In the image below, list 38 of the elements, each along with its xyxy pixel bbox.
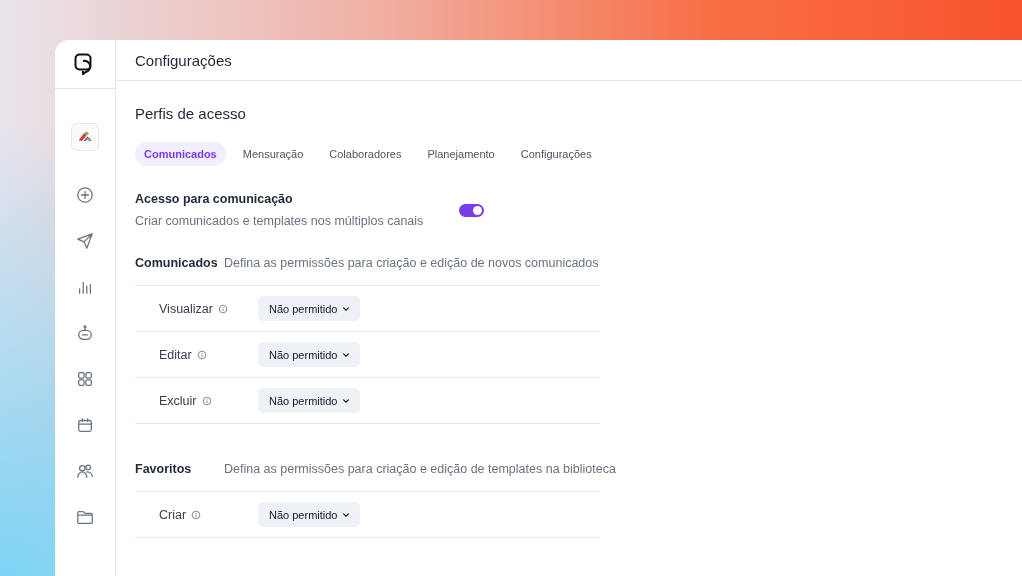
permission-label: Editar (159, 347, 192, 362)
permission-group-description: Defina as permissões para criação e edição de templates na biblioteca (224, 462, 616, 476)
permission-label: Visualizar (159, 301, 213, 316)
permission-group-title: Comunicados (135, 256, 219, 270)
permission-label: Excluir (159, 393, 197, 408)
setting-description: Criar comunicados e templates nos múltiplos canais (135, 214, 424, 228)
tab[interactable]: Configurações (511, 142, 601, 166)
send-icon[interactable] (76, 232, 94, 250)
chevron-down-icon (342, 396, 351, 405)
permission-group-description: Defina as permissões para criação e edição de novos comunicados (224, 256, 599, 270)
permission-label: Criar (159, 507, 187, 522)
permission-dropdown[interactable]: Não permitido (258, 342, 361, 367)
grid-icon[interactable] (76, 370, 94, 388)
setting-title: Acesso para comunicação (135, 192, 294, 206)
page-header-title: Configurações (135, 51, 232, 69)
chevron-down-icon (342, 510, 351, 519)
calendar-icon[interactable] (76, 416, 94, 434)
permission-dropdown[interactable]: Não permitido (258, 296, 361, 321)
section-title: Perfis de acesso (135, 105, 247, 122)
plus-circle-icon[interactable] (76, 186, 94, 204)
tab[interactable]: Colaboradores (320, 142, 411, 166)
users-icon[interactable] (76, 462, 94, 480)
permission-dropdown[interactable]: Não permitido (258, 388, 361, 413)
permission-group-title: Favoritos (135, 462, 193, 476)
chevron-down-icon (342, 350, 351, 359)
toggle-switch[interactable] (459, 203, 485, 217)
info-icon[interactable] (217, 303, 228, 314)
tab[interactable]: Comunicados (135, 142, 226, 166)
chevron-down-icon (342, 304, 351, 313)
info-icon[interactable] (201, 395, 212, 406)
info-icon[interactable] (191, 509, 202, 520)
workspace-button[interactable] (71, 123, 99, 151)
robot-icon[interactable] (76, 324, 94, 342)
tab[interactable]: Mensuração (233, 142, 313, 166)
info-icon[interactable] (196, 349, 207, 360)
tab[interactable]: Planejamento (418, 142, 504, 166)
folder-icon[interactable] (76, 508, 94, 526)
permission-dropdown[interactable]: Não permitido (258, 502, 361, 527)
